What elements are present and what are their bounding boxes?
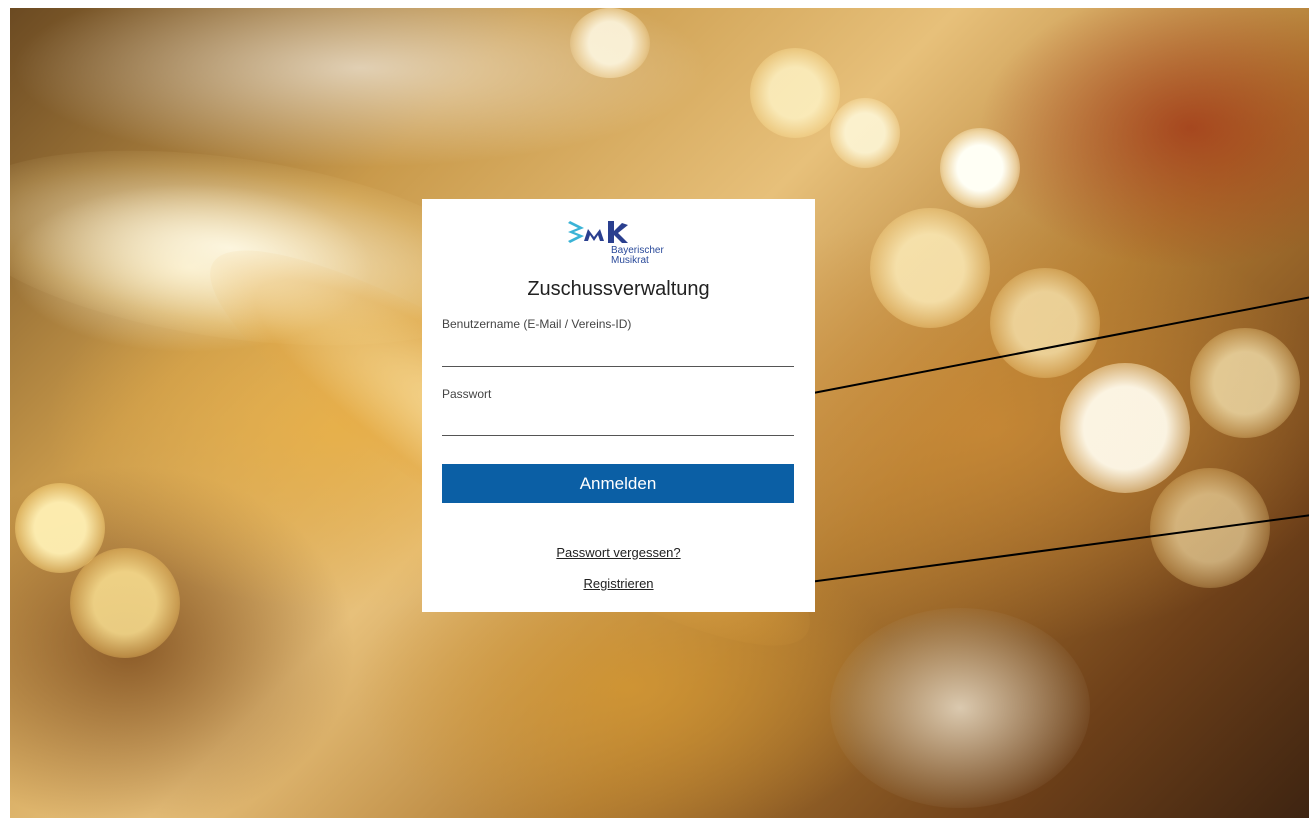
bokeh-light <box>570 8 650 78</box>
bmr-logo: Bayerischer Musikrat <box>566 219 672 269</box>
bokeh-light <box>830 98 900 168</box>
logo-line2: Musikrat <box>611 255 649 266</box>
bokeh-light <box>1190 328 1300 438</box>
bokeh-light <box>990 268 1100 378</box>
top-glare <box>10 8 710 168</box>
password-label: Passwort <box>442 387 492 401</box>
bokeh-light <box>15 483 105 573</box>
forgot-password-link[interactable]: Passwort vergessen? <box>422 545 815 560</box>
bokeh-light <box>70 548 180 658</box>
bokeh-light <box>870 208 990 328</box>
register-link[interactable]: Registrieren <box>422 576 815 591</box>
page-title: Zuschussverwaltung <box>527 278 710 300</box>
bmr-logo-icon <box>568 221 628 243</box>
logo-text: Bayerischer Musikrat <box>611 246 664 266</box>
password-input[interactable] <box>442 408 794 436</box>
bokeh-light <box>1060 363 1190 493</box>
bokeh-light <box>750 48 840 138</box>
login-page: Bayerischer Musikrat Zuschussverwaltung … <box>0 0 1309 825</box>
login-button[interactable]: Anmelden <box>442 464 794 503</box>
bokeh-light <box>940 128 1020 208</box>
valve-highlight <box>830 608 1090 808</box>
username-label: Benutzername (E-Mail / Vereins-ID) <box>442 317 632 331</box>
username-input[interactable] <box>442 339 794 367</box>
